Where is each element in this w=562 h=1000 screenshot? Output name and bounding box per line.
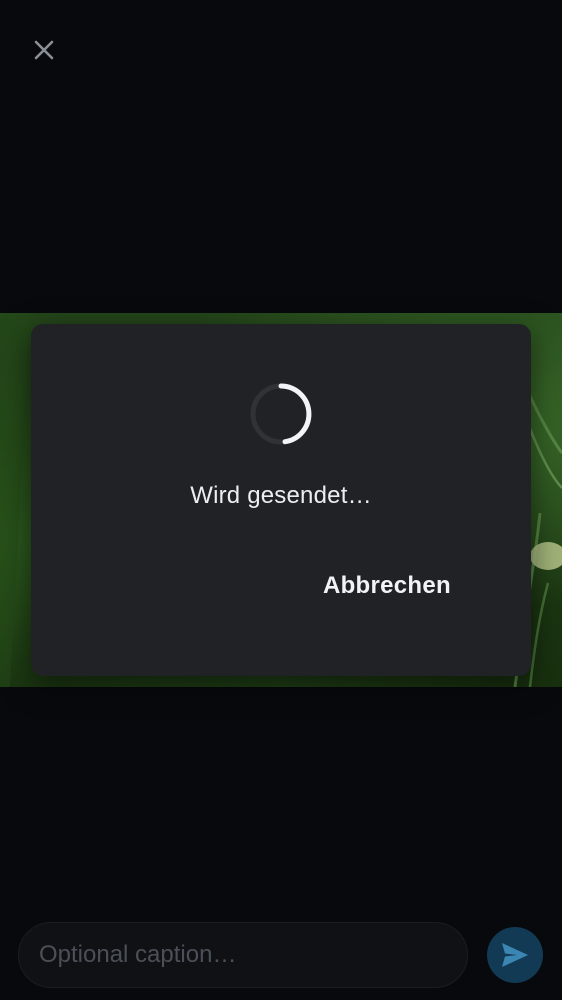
- close-button[interactable]: [24, 30, 64, 70]
- loading-spinner-icon: [250, 383, 312, 445]
- caption-input[interactable]: [19, 923, 467, 987]
- caption-field[interactable]: [18, 922, 468, 988]
- sending-progress-dialog: Wird gesendet… Abbrechen: [31, 324, 531, 676]
- sending-status-text: Wird gesendet…: [190, 482, 372, 509]
- media-send-screen: Wird gesendet… Abbrechen: [0, 0, 562, 1000]
- send-icon: [502, 943, 528, 967]
- cancel-button[interactable]: Abbrechen: [315, 568, 459, 604]
- send-button[interactable]: [487, 927, 543, 983]
- close-icon: [34, 40, 54, 60]
